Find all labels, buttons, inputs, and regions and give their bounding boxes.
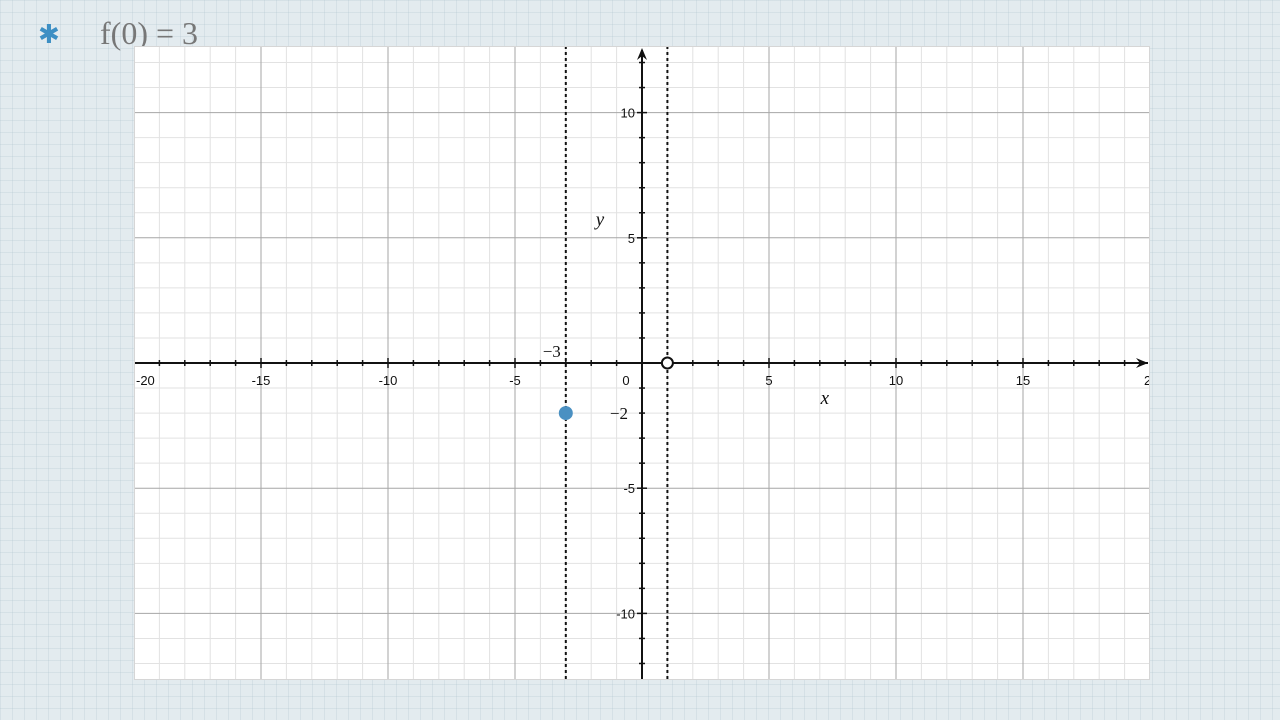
open-point	[660, 356, 674, 370]
annotation-label: −2	[610, 404, 628, 423]
annotation-label: −3	[543, 342, 561, 361]
filled-point	[558, 406, 573, 421]
y-tick-label: 5	[628, 231, 635, 246]
graph-panel: -20-15-10-505101520105-5-10xy−3−2	[134, 46, 1150, 680]
y-tick-label: 10	[621, 106, 635, 121]
x-tick-label: -15	[252, 373, 271, 388]
x-tick-label: 5	[765, 373, 772, 388]
x-tick-label: 15	[1016, 373, 1030, 388]
x-tick-label: -5	[509, 373, 521, 388]
x-tick-label: 10	[889, 373, 903, 388]
x-tick-label: 0	[622, 373, 629, 388]
y-axis-label: y	[594, 209, 605, 230]
x-axis-label: x	[820, 388, 830, 409]
bullet-icon: ✱	[38, 20, 60, 50]
coordinate-plane: -20-15-10-505101520105-5-10xy−3−2	[134, 46, 1150, 680]
y-tick-label: -10	[616, 606, 635, 621]
x-tick-label: -10	[379, 373, 398, 388]
x-tick-label: -20	[136, 373, 155, 388]
y-tick-label: -5	[623, 481, 635, 496]
